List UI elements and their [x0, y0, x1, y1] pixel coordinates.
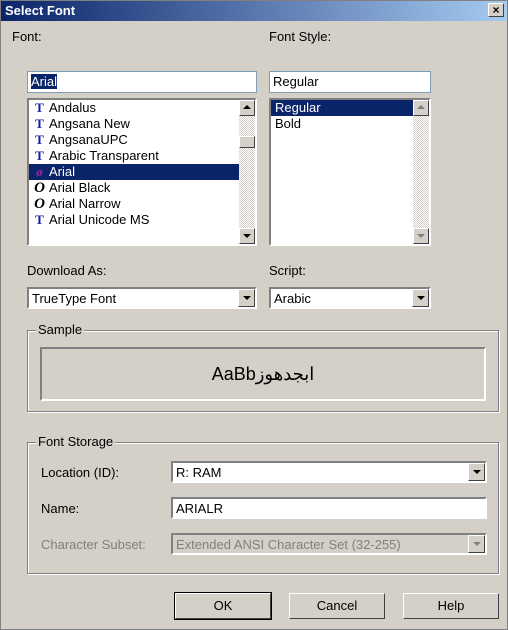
cancel-button[interactable]: Cancel: [289, 593, 385, 619]
font-input-value: Arial: [31, 74, 58, 89]
script-value: Arabic: [274, 291, 311, 306]
font-label: Font:: [12, 29, 42, 44]
help-button[interactable]: Help: [403, 593, 499, 619]
scroll-thumb[interactable]: [239, 136, 255, 148]
font-list-item[interactable]: T Arabic Transparent: [29, 148, 255, 164]
font-list-item[interactable]: ø Arial: [29, 164, 255, 180]
dialog-title: Select Font: [5, 3, 76, 18]
font-list-item[interactable]: T Andalus: [29, 100, 255, 116]
close-icon[interactable]: ×: [488, 3, 504, 17]
font-list-item-label: Andalus: [49, 100, 96, 115]
character-subset-select: Extended ANSI Character Set (32-255): [171, 533, 487, 555]
truetype-icon: T: [35, 148, 44, 163]
font-list-item-label: Arial Black: [49, 180, 111, 195]
font-list-item[interactable]: T Arial Unicode MS: [29, 212, 255, 228]
download-as-value: TrueType Font: [32, 291, 117, 306]
character-subset-label: Character Subset:: [41, 537, 146, 552]
font-list-item-label: Arabic Transparent: [49, 148, 159, 163]
font-style-label: Font Style:: [269, 29, 332, 44]
download-as-select[interactable]: TrueType Font: [27, 287, 257, 309]
opentype-icon: O: [34, 196, 45, 212]
font-list-item[interactable]: O Arial Narrow: [29, 196, 255, 212]
download-as-label: Download As:: [27, 263, 107, 278]
script-label: Script:: [269, 263, 306, 278]
scroll-down-icon[interactable]: [239, 228, 255, 244]
chevron-down-icon[interactable]: [468, 463, 485, 481]
chevron-down-icon[interactable]: [238, 289, 255, 307]
font-list-item-label: AngsanaUPC: [49, 132, 128, 147]
font-list-item-label: Angsana New: [49, 116, 130, 131]
font-list-item-label: Arial Narrow: [49, 196, 121, 211]
truetype-icon: T: [35, 132, 44, 147]
opentype-icon: O: [34, 180, 45, 196]
sample-preview: AaBbابجدهوز: [40, 347, 486, 401]
scroll-up-icon[interactable]: [239, 100, 255, 116]
ok-button[interactable]: OK: [174, 592, 272, 620]
font-list-item[interactable]: T AngsanaUPC: [29, 132, 255, 148]
title-bar[interactable]: Select Font ×: [1, 1, 507, 21]
font-list-item[interactable]: O Arial Black: [29, 180, 255, 196]
font-storage-group-title: Font Storage: [36, 434, 116, 449]
scroll-down-icon: [413, 228, 429, 244]
sample-group: Sample AaBbابجدهوز: [27, 322, 499, 412]
font-list[interactable]: T Andalus T Angsana New T AngsanaUPC T Arabic T…: [27, 98, 257, 246]
location-select[interactable]: R: RAM: [171, 461, 487, 483]
font-style-list-item[interactable]: Regular: [271, 100, 413, 116]
font-list-item-label: Arial Unicode MS: [49, 212, 150, 227]
truetype-icon: T: [35, 116, 44, 131]
sample-group-title: Sample: [36, 322, 85, 337]
symbol-font-icon: ø: [36, 164, 43, 179]
name-label: Name:: [41, 501, 80, 516]
select-font-dialog: Select Font × Font: Arial T Andalus T Angsa…: [0, 0, 508, 630]
font-list-scrollbar[interactable]: [239, 100, 255, 244]
font-list-item[interactable]: T Angsana New: [29, 116, 255, 132]
chevron-down-icon: [468, 535, 485, 553]
character-subset-value: Extended ANSI Character Set (32-255): [176, 537, 401, 552]
font-list-item-label: Arial: [49, 164, 76, 179]
truetype-icon: T: [35, 100, 44, 115]
truetype-icon: T: [35, 212, 44, 227]
scroll-up-icon: [413, 100, 429, 116]
script-select[interactable]: Arabic: [269, 287, 431, 309]
font-style-list-item[interactable]: Bold: [271, 116, 413, 132]
chevron-down-icon[interactable]: [412, 289, 429, 307]
font-style-input[interactable]: Regular: [269, 71, 431, 93]
location-value: R: RAM: [176, 465, 222, 480]
font-input[interactable]: Arial: [27, 71, 257, 93]
name-input[interactable]: ARIALR: [171, 497, 487, 519]
font-style-list[interactable]: Regular Bold: [269, 98, 431, 246]
font-style-scrollbar: [413, 100, 429, 244]
location-label: Location (ID):: [41, 465, 120, 480]
